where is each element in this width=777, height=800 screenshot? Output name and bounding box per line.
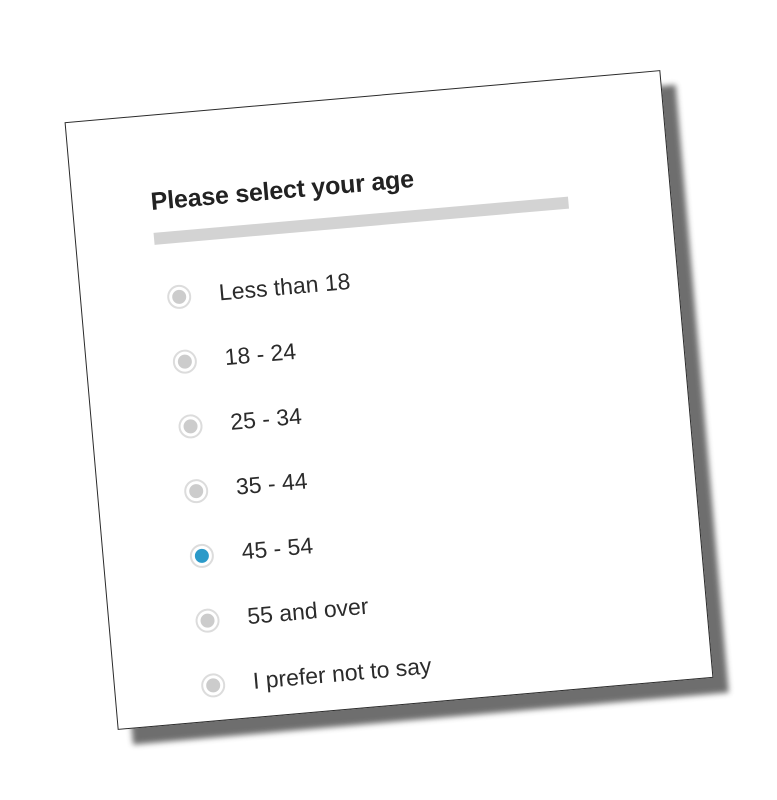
radio-button[interactable] — [171, 348, 198, 375]
radio-button[interactable] — [188, 542, 215, 569]
age-options-group: Less than 18 18 - 24 25 - 34 35 - 44 45 … — [164, 225, 662, 718]
radio-dot-icon — [199, 612, 216, 628]
option-label: 55 and over — [246, 592, 370, 630]
option-label: Less than 18 — [217, 267, 352, 306]
radio-button[interactable] — [200, 671, 227, 698]
radio-button[interactable] — [177, 412, 204, 439]
survey-card: Please select your age Less than 18 18 -… — [64, 70, 714, 730]
option-label: 25 - 34 — [229, 402, 303, 435]
radio-button[interactable] — [166, 283, 193, 310]
radio-dot-icon — [182, 418, 199, 434]
option-label: 18 - 24 — [223, 337, 298, 371]
option-label: 45 - 54 — [240, 532, 315, 565]
radio-dot-icon — [188, 483, 204, 499]
option-label: 35 - 44 — [234, 467, 309, 500]
radio-dot-icon — [171, 288, 187, 304]
radio-dot-icon — [177, 353, 193, 369]
survey-card-wrapper: Please select your age Less than 18 18 -… — [64, 70, 729, 745]
radio-dot-icon — [194, 547, 210, 563]
radio-dot-icon — [205, 677, 221, 693]
radio-button[interactable] — [194, 607, 221, 634]
radio-button[interactable] — [183, 477, 210, 504]
option-label: I prefer not to say — [251, 652, 433, 694]
stage: Please select your age Less than 18 18 -… — [0, 0, 777, 800]
question-title: Please select your age — [149, 165, 415, 216]
